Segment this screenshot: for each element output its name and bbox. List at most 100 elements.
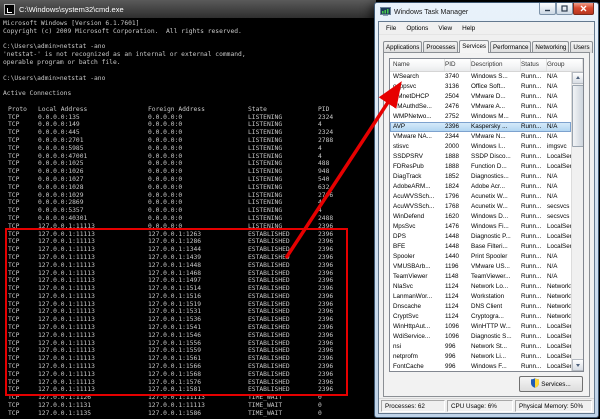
service-row[interactable]: BFE 1448 Base Filteri... Runn... LocalSe… <box>390 242 571 252</box>
service-row[interactable]: WinDefend 1620 Windows D... Runn... secs… <box>390 212 571 222</box>
service-row[interactable]: Dnscache 1124 DNS Client Runn... Network… <box>390 302 571 312</box>
service-status: Runn... <box>521 183 542 190</box>
service-status: Runn... <box>521 153 542 160</box>
screenshot-canvas: C:\Windows\system32\cmd.exe Microsoft Wi… <box>0 0 600 419</box>
service-row[interactable]: CryptSvc 1124 Cryptogra... Runn... Netwo… <box>390 312 571 322</box>
service-row[interactable]: FontCache 996 Windows F... Runn... Local… <box>390 362 571 371</box>
status-bar: Processes: 62 CPU Usage: 6% Physical Mem… <box>379 398 594 413</box>
service-row[interactable]: WinHttpAut... 1096 WinHTTP W... Runn... … <box>390 322 571 332</box>
menu-item[interactable]: View <box>433 25 457 32</box>
netstat-proto: TCP <box>8 253 20 261</box>
column-header-group[interactable]: Group <box>547 59 583 71</box>
service-row[interactable]: WSearch 3740 Windows S... Runn... N/A <box>390 72 571 82</box>
service-row[interactable]: DiagTrack 1852 Diagnostics... Runn... N/… <box>390 172 571 182</box>
scroll-up-icon[interactable] <box>572 72 583 84</box>
service-status: Runn... <box>521 213 542 220</box>
service-name: LanmanWor... <box>393 293 433 300</box>
netstat-pid: 2396 <box>318 300 334 308</box>
netstat-foreign: 127.0.0.1:1263 <box>148 230 202 238</box>
service-row[interactable]: LanmanWor... 1124 Workstation Runn... Ne… <box>390 292 571 302</box>
service-status: Runn... <box>521 283 542 290</box>
close-button[interactable] <box>573 3 594 15</box>
netstat-pid: 2396 <box>318 238 334 246</box>
service-desc: Kaspersky ... <box>471 123 508 130</box>
service-name: DPS <box>393 233 406 240</box>
service-group: N/A <box>547 173 558 180</box>
service-row[interactable]: Spooler 1440 Print Spooler Runn... N/A <box>390 252 571 262</box>
cmd-titlebar[interactable]: C:\Windows\system32\cmd.exe <box>0 0 376 18</box>
service-row[interactable]: stisvc 2000 Windows I... Runn... imgsvc <box>390 142 571 152</box>
service-row[interactable]: nsi 996 Network St... Runn... LocalServi… <box>390 342 571 352</box>
service-desc: Network St... <box>471 343 508 350</box>
service-row[interactable]: SSDPSRV 1888 SSDP Disco... Runn... Local… <box>390 152 571 162</box>
service-row[interactable]: DPS 1448 Diagnostic P... Runn... LocalSe… <box>390 232 571 242</box>
netstat-state: ESTABLISHED <box>248 238 290 246</box>
netstat-proto: TCP <box>8 238 20 246</box>
service-pid: 1852 <box>445 173 460 180</box>
scrollbar[interactable] <box>571 72 583 371</box>
menu-item[interactable]: File <box>381 25 401 32</box>
console-line: C:\Users\admin>netstat -ano <box>3 74 106 82</box>
netstat-foreign: 127.0.0.1:1581 <box>148 386 202 394</box>
column-header-pid[interactable]: PID <box>445 59 471 71</box>
service-row[interactable]: TeamViewer 1148 TeamViewer... Runn... N/… <box>390 272 571 282</box>
netstat-local: 0.0.0.0:40301 <box>38 214 88 222</box>
minimize-button[interactable] <box>539 3 556 15</box>
service-row[interactable]: AcuWVSSch... 1768 Acunetix W... Runn... … <box>390 202 571 212</box>
maximize-button[interactable] <box>556 3 573 15</box>
netstat-foreign: 127.0.0.1:1568 <box>148 370 202 378</box>
service-row[interactable]: MpsSvc 1476 Windows Fi... Runn... LocalS… <box>390 222 571 232</box>
service-row[interactable]: VMAuthdSe... 2476 VMware A... Runn... N/… <box>390 102 571 112</box>
netstat-state: TIME_WAIT <box>248 394 283 402</box>
netstat-row: TCP 0.0.0.0:40301 0.0.0.0:0 LISTENING 24… <box>3 215 376 223</box>
service-group: secsvcs <box>547 213 570 220</box>
service-row[interactable]: AcuWVSSch... 1796 Acunetix W... Runn... … <box>390 192 571 202</box>
service-row[interactable]: VMnetDHCP 2504 VMware D... Runn... N/A <box>390 92 571 102</box>
cmd-intro-lines: Microsoft Windows [Version 6.1.7601] Cop… <box>3 20 376 106</box>
menu-item[interactable]: Help <box>457 25 480 32</box>
netstat-state: LISTENING <box>248 175 283 183</box>
service-pid: 1124 <box>445 293 459 300</box>
netstat-state: ESTABLISHED <box>248 277 290 285</box>
service-row[interactable]: WdiService... 1096 Diagnostic S... Runn.… <box>390 332 571 342</box>
netstat-local: 127.0.0.1:11113 <box>38 269 95 277</box>
service-status: Runn... <box>521 73 542 80</box>
netstat-pid: 2324 <box>318 129 334 137</box>
service-row[interactable]: WMPNetwo... 2752 Windows M... Runn... N/… <box>390 112 571 122</box>
netstat-row: TCP 127.0.0.1:11113 0.0.0.0:0 LISTENING … <box>3 223 376 231</box>
service-desc: WinHTTP W... <box>471 323 511 330</box>
tab[interactable]: Services <box>459 40 489 53</box>
service-row[interactable]: AdobeARM... 1824 Adobe Acr... Runn... N/… <box>390 182 571 192</box>
netstat-local: 127.0.0.1:11113 <box>38 261 95 269</box>
service-row[interactable]: FDResPub 1888 Function D... Runn... Loca… <box>390 162 571 172</box>
service-row[interactable]: netprofm 996 Network Li... Runn... Local… <box>390 352 571 362</box>
services-button[interactable]: Services... <box>519 376 583 392</box>
netstat-foreign: 127.0.0.1:1556 <box>148 339 202 347</box>
netstat-foreign: 0.0.0.0:0 <box>148 175 183 183</box>
tm-titlebar[interactable]: Windows Task Manager <box>375 3 598 21</box>
menu-bar: File Options View Help <box>379 22 594 35</box>
netstat-foreign: 0.0.0.0:0 <box>148 113 183 121</box>
column-header-name[interactable]: Name <box>390 59 445 71</box>
scroll-down-icon[interactable] <box>572 359 583 371</box>
service-group: NetworkSe... <box>547 293 571 300</box>
scroll-thumb[interactable] <box>572 85 583 147</box>
service-row[interactable]: VMUSBArb... 1196 VMware US... Runn... N/… <box>390 262 571 272</box>
service-status: Runn... <box>521 103 542 110</box>
service-row[interactable]: VMware NA... 2344 VMware N... Runn... N/… <box>390 132 571 142</box>
service-status: Runn... <box>521 343 542 350</box>
service-pid: 1768 <box>445 203 460 210</box>
service-row[interactable]: AVP 2396 Kaspersky ... Runn... N/A <box>390 122 571 132</box>
menu-item[interactable]: Options <box>401 25 433 32</box>
column-header-description[interactable]: Description <box>471 59 521 71</box>
service-row[interactable]: NlaSvc 1124 Network Lo... Runn... Networ… <box>390 282 571 292</box>
service-row[interactable]: osppsvc 3136 Office Soft... Runn... N/A <box>390 82 571 92</box>
status-cpu: CPU Usage: 6% <box>447 400 513 412</box>
service-pid: 1476 <box>445 223 460 230</box>
netstat-row: TCP 0.0.0.0:135 0.0.0.0:0 LISTENING 2324 <box>3 114 376 122</box>
column-header-status[interactable]: Status <box>521 59 547 71</box>
service-status: Runn... <box>521 243 542 250</box>
netstat-state: TIME_WAIT <box>248 402 283 410</box>
service-desc: Print Spooler <box>471 253 508 260</box>
